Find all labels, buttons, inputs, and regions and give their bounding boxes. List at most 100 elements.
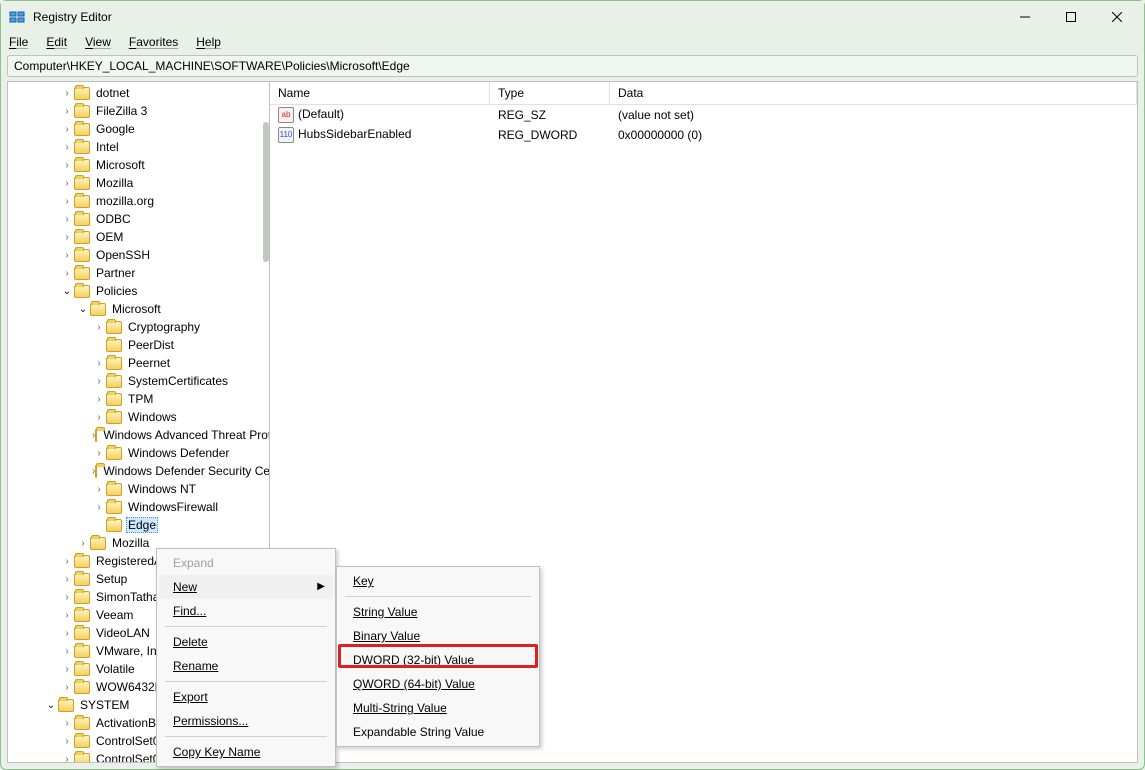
ctx-new[interactable]: New▶ bbox=[159, 575, 333, 599]
tree-item[interactable]: ›OpenSSH bbox=[12, 246, 269, 264]
chevron-down-icon[interactable]: ⌄ bbox=[76, 304, 90, 315]
folder-icon bbox=[74, 231, 90, 244]
chevron-right-icon[interactable]: › bbox=[60, 736, 74, 747]
tree-item[interactable]: Edge bbox=[12, 516, 269, 534]
tree-item[interactable]: ›Microsoft bbox=[12, 156, 269, 174]
col-type[interactable]: Type bbox=[490, 82, 610, 104]
chevron-right-icon[interactable]: › bbox=[60, 268, 74, 279]
chevron-right-icon[interactable]: › bbox=[60, 124, 74, 135]
tree-item[interactable]: ⌄Policies bbox=[12, 282, 269, 300]
tree-item[interactable]: ›Windows bbox=[12, 408, 269, 426]
folder-icon bbox=[58, 699, 74, 712]
ctx-new-key[interactable]: Key bbox=[339, 569, 537, 593]
chevron-right-icon[interactable]: › bbox=[92, 394, 106, 405]
tree-item[interactable]: ›WindowsFirewall bbox=[12, 498, 269, 516]
ctx-new-binary[interactable]: Binary Value bbox=[339, 624, 537, 648]
menu-view[interactable]: View bbox=[85, 35, 111, 49]
tree-scrollbar[interactable] bbox=[263, 122, 269, 262]
ctx-expand[interactable]: Expand bbox=[159, 551, 333, 575]
col-data[interactable]: Data bbox=[610, 82, 1137, 104]
chevron-right-icon[interactable]: › bbox=[60, 574, 74, 585]
tree-item[interactable]: ›Windows Defender Security Center bbox=[12, 462, 269, 480]
chevron-right-icon[interactable]: › bbox=[60, 88, 74, 99]
tree-item[interactable]: ›Google bbox=[12, 120, 269, 138]
ctx-new-dword[interactable]: DWORD (32-bit) Value bbox=[339, 648, 537, 672]
tree-item[interactable]: ›Peernet bbox=[12, 354, 269, 372]
ctx-new-expandable[interactable]: Expandable String Value bbox=[339, 720, 537, 744]
chevron-right-icon[interactable]: › bbox=[60, 106, 74, 117]
tree-item[interactable]: ›Windows Advanced Threat Protection bbox=[12, 426, 269, 444]
ctx-copy-key-name[interactable]: Copy Key Name bbox=[159, 740, 333, 764]
chevron-right-icon[interactable]: › bbox=[60, 232, 74, 243]
tree-item[interactable]: ›dotnet bbox=[12, 84, 269, 102]
chevron-right-icon[interactable]: › bbox=[60, 646, 74, 657]
tree-item[interactable]: ›mozilla.org bbox=[12, 192, 269, 210]
chevron-right-icon[interactable]: › bbox=[60, 142, 74, 153]
ctx-find[interactable]: Find... bbox=[159, 599, 333, 623]
value-row[interactable]: 110HubsSidebarEnabledREG_DWORD0x00000000… bbox=[270, 125, 1137, 145]
chevron-right-icon[interactable]: › bbox=[60, 196, 74, 207]
tree-item[interactable]: ›Mozilla bbox=[12, 174, 269, 192]
chevron-right-icon[interactable]: › bbox=[60, 250, 74, 261]
tree-item[interactable]: › Partner bbox=[12, 264, 269, 282]
chevron-right-icon[interactable]: › bbox=[60, 682, 74, 693]
tree-item[interactable]: ›ODBC bbox=[12, 210, 269, 228]
chevron-right-icon[interactable]: › bbox=[92, 358, 106, 369]
tree-item[interactable]: ›Cryptography bbox=[12, 318, 269, 336]
minimize-button[interactable] bbox=[1002, 1, 1048, 33]
chevron-right-icon[interactable]: › bbox=[60, 610, 74, 621]
ctx-new-multi[interactable]: Multi-String Value bbox=[339, 696, 537, 720]
chevron-right-icon[interactable]: › bbox=[92, 502, 106, 513]
tree-item[interactable]: ›Intel bbox=[12, 138, 269, 156]
folder-icon bbox=[106, 447, 122, 460]
ctx-new-qword[interactable]: QWORD (64-bit) Value bbox=[339, 672, 537, 696]
tree-label: Mozilla bbox=[110, 536, 151, 550]
chevron-right-icon[interactable]: › bbox=[92, 448, 106, 459]
tree-item[interactable]: ›FileZilla 3 bbox=[12, 102, 269, 120]
ctx-new-string[interactable]: String Value bbox=[339, 600, 537, 624]
chevron-right-icon[interactable]: › bbox=[60, 214, 74, 225]
chevron-right-icon[interactable]: › bbox=[60, 664, 74, 675]
chevron-right-icon[interactable]: › bbox=[60, 628, 74, 639]
tree-item[interactable]: ›Windows NT bbox=[12, 480, 269, 498]
folder-icon bbox=[74, 141, 90, 154]
ctx-rename[interactable]: Rename bbox=[159, 654, 333, 678]
chevron-right-icon[interactable]: › bbox=[92, 484, 106, 495]
ctx-export[interactable]: Export bbox=[159, 685, 333, 709]
col-name[interactable]: Name bbox=[270, 82, 490, 104]
chevron-down-icon[interactable]: ⌄ bbox=[60, 286, 74, 297]
maximize-button[interactable] bbox=[1048, 1, 1094, 33]
menu-edit[interactable]: Edit bbox=[46, 35, 67, 49]
chevron-right-icon[interactable]: › bbox=[60, 160, 74, 171]
tree-item[interactable]: ›OEM bbox=[12, 228, 269, 246]
menu-help[interactable]: Help bbox=[196, 35, 221, 49]
chevron-right-icon[interactable]: › bbox=[76, 538, 90, 549]
ctx-delete[interactable]: Delete bbox=[159, 630, 333, 654]
chevron-right-icon[interactable]: › bbox=[60, 718, 74, 729]
value-list[interactable]: ab(Default)REG_SZ(value not set)110HubsS… bbox=[270, 105, 1137, 145]
address-bar[interactable]: Computer\HKEY_LOCAL_MACHINE\SOFTWARE\Pol… bbox=[7, 55, 1138, 77]
chevron-right-icon[interactable]: › bbox=[92, 322, 106, 333]
folder-icon bbox=[74, 591, 90, 604]
ctx-permissions[interactable]: Permissions... bbox=[159, 709, 333, 733]
chevron-right-icon[interactable]: › bbox=[60, 592, 74, 603]
chevron-right-icon[interactable]: › bbox=[60, 178, 74, 189]
value-row[interactable]: ab(Default)REG_SZ(value not set) bbox=[270, 105, 1137, 125]
tree-item[interactable]: ›Windows Defender bbox=[12, 444, 269, 462]
close-button[interactable] bbox=[1094, 1, 1140, 33]
chevron-down-icon[interactable]: ⌄ bbox=[44, 700, 58, 711]
chevron-right-icon[interactable]: › bbox=[92, 412, 106, 423]
tree-item[interactable]: ›SystemCertificates bbox=[12, 372, 269, 390]
chevron-right-icon[interactable]: › bbox=[92, 376, 106, 387]
tree-label: Volatile bbox=[94, 662, 137, 676]
menu-file[interactable]: File bbox=[9, 35, 28, 49]
chevron-right-icon[interactable]: › bbox=[60, 556, 74, 567]
chevron-right-icon[interactable]: › bbox=[60, 754, 74, 763]
context-menu-new: Key String Value Binary Value DWORD (32-… bbox=[336, 566, 540, 747]
menu-favorites[interactable]: Favorites bbox=[129, 35, 178, 49]
tree-item[interactable]: PeerDist bbox=[12, 336, 269, 354]
tree-item[interactable]: ›TPM bbox=[12, 390, 269, 408]
tree-item[interactable]: ⌄Microsoft bbox=[12, 300, 269, 318]
tree-label: Partner bbox=[94, 266, 137, 280]
separator bbox=[165, 626, 327, 627]
